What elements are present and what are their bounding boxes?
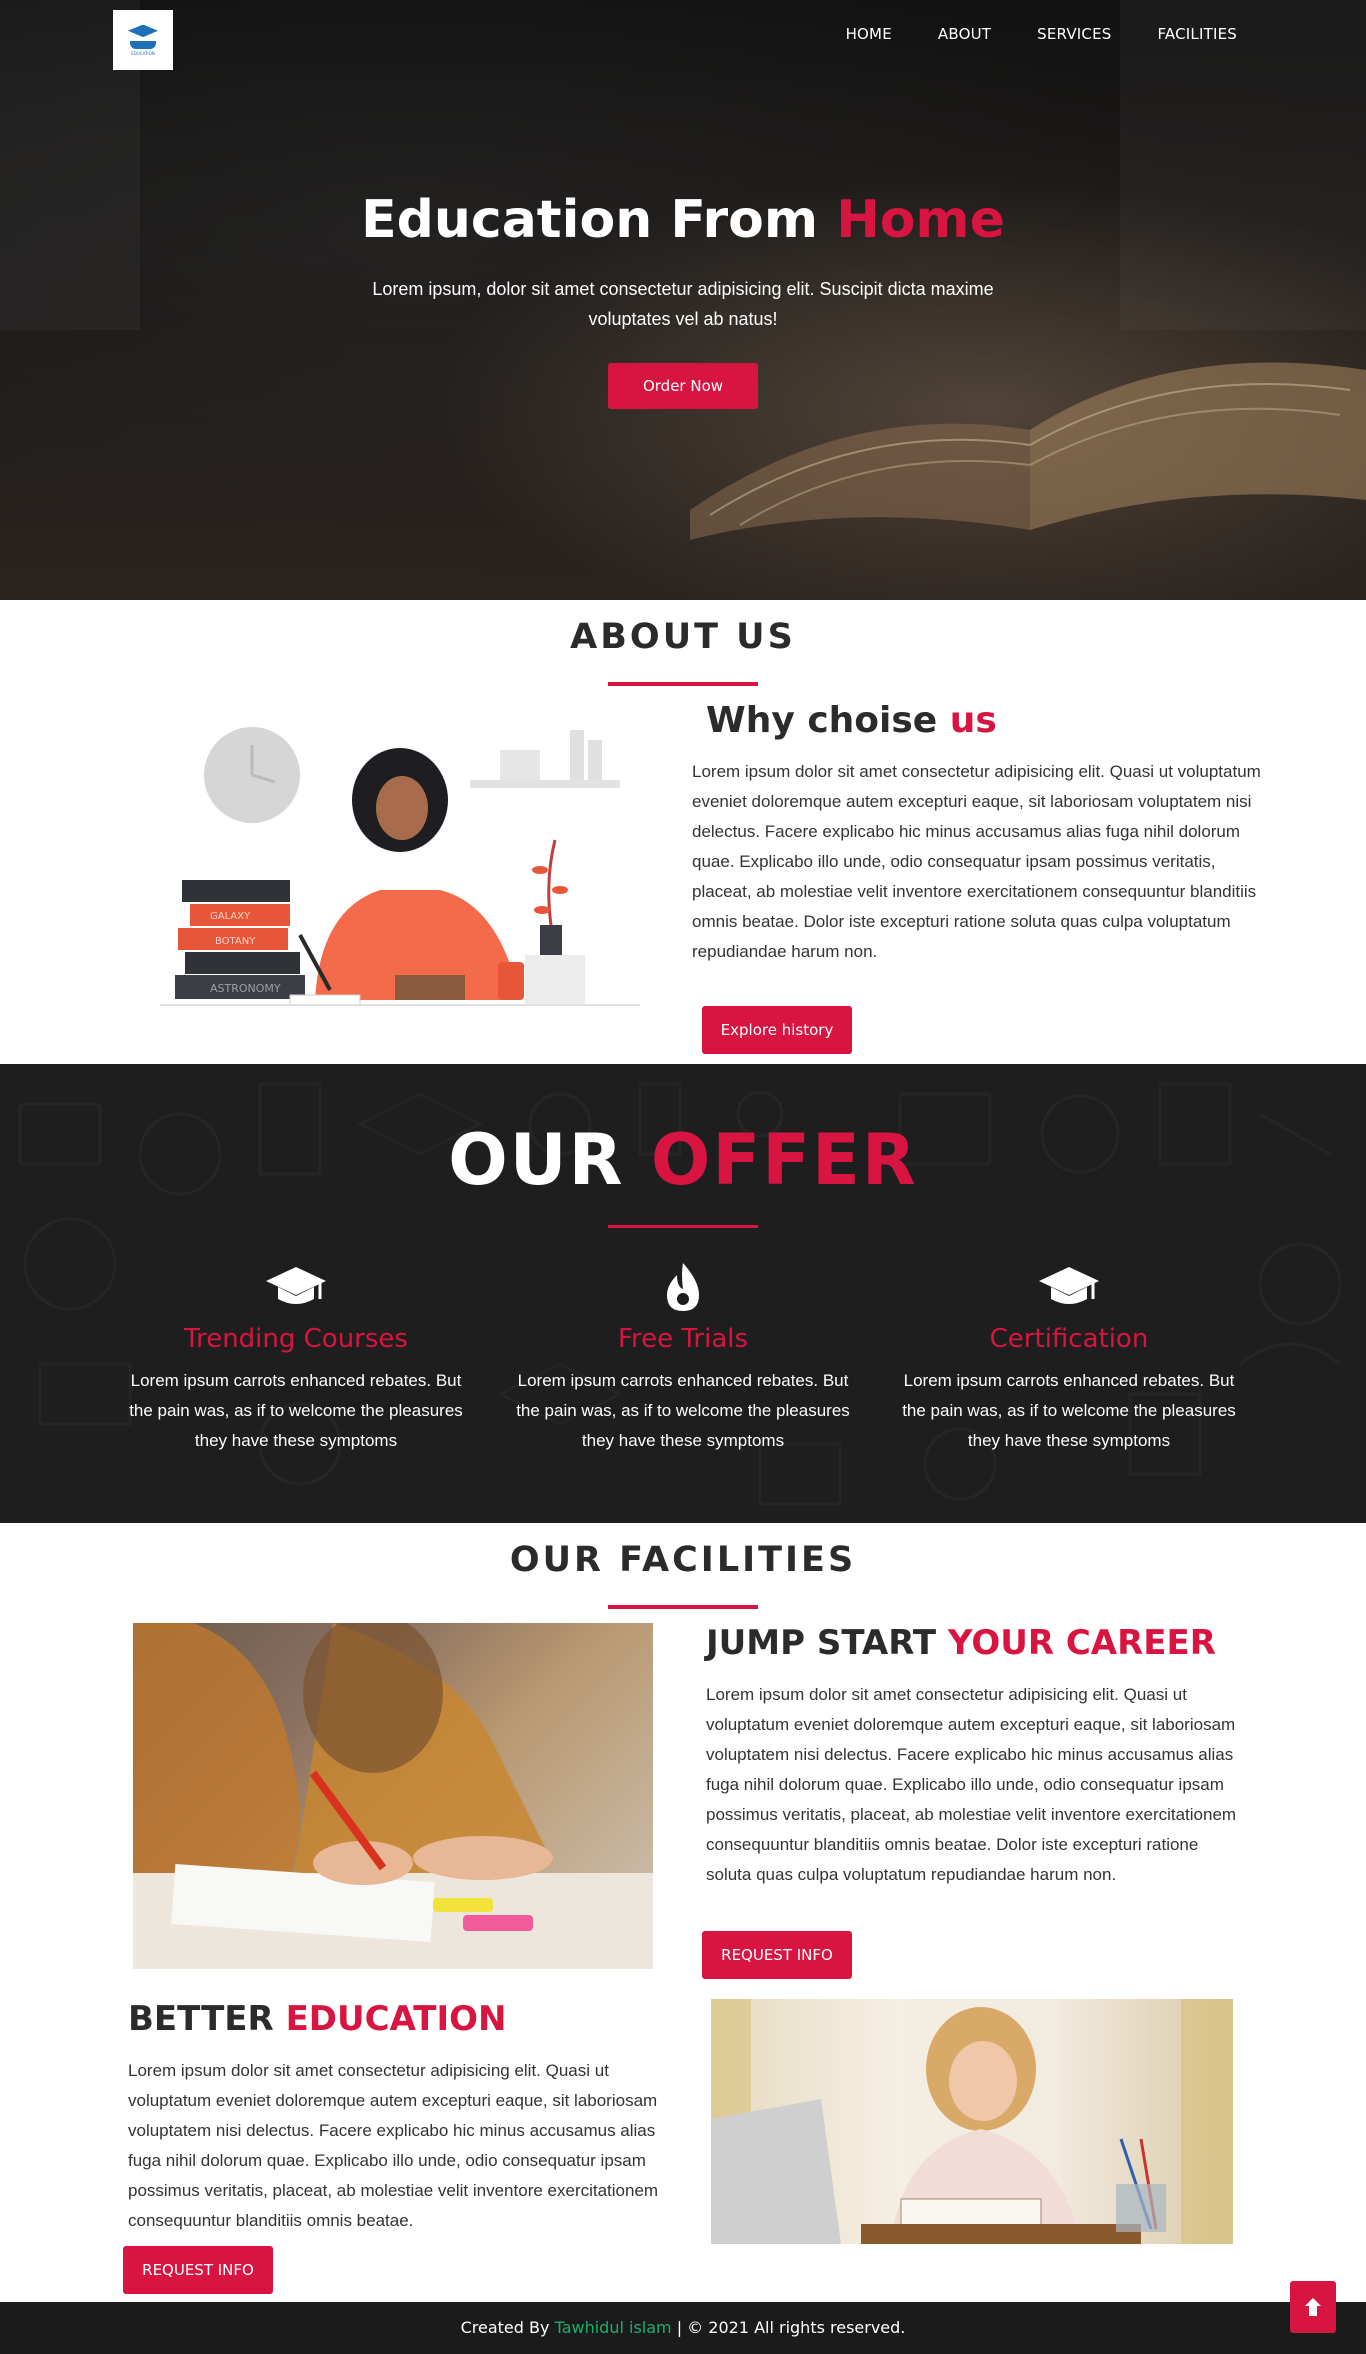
site-logo[interactable]: EDUCATION — [113, 10, 173, 70]
education-paragraph: Lorem ipsum dolor sit amet consectetur a… — [128, 2061, 659, 2230]
svg-text:BOTANY: BOTANY — [215, 936, 256, 947]
about-subtitle-main: Why choise — [706, 700, 938, 741]
offer-section: OUR OFFER Trending Courses Lorem ipsum c… — [0, 1064, 1366, 1523]
order-now-button[interactable]: Order Now — [608, 363, 758, 409]
explore-history-button[interactable]: Explore history — [702, 1006, 852, 1054]
logo-text: EDUCATION — [131, 50, 155, 56]
career-paragraph: Lorem ipsum dolor sit amet consectetur a… — [706, 1685, 1237, 1884]
title-underline — [608, 1605, 758, 1609]
graduation-cap-icon — [126, 1260, 466, 1314]
request-info-button[interactable]: REQUEST INFO — [702, 1931, 852, 1979]
footer-prefix: Created By — [460, 2318, 550, 2337]
offer-card-text: Lorem ipsum carrots enhanced rebates. Bu… — [129, 1371, 463, 1450]
offer-card-text: Lorem ipsum carrots enhanced rebates. Bu… — [902, 1371, 1236, 1450]
offer-title-accent: OFFER — [650, 1119, 918, 1201]
arrow-up-icon — [1305, 2298, 1321, 2316]
logo-cap-icon — [128, 24, 158, 38]
nav-link-about[interactable]: ABOUT — [938, 25, 991, 43]
hero-title-accent: Home — [836, 190, 1005, 250]
offer-card-title: Certification — [989, 1324, 1149, 1354]
offer-card-text: Lorem ipsum carrots enhanced rebates. Bu… — [516, 1371, 850, 1450]
nav-links: HOME ABOUT SERVICES FACILITIES — [846, 25, 1237, 43]
offer-card-title: Trending Courses — [184, 1324, 408, 1354]
hero-section: EDUCATION HOME ABOUT SERVICES FACILITIES… — [0, 0, 1366, 600]
education-heading-main: BETTER — [128, 1999, 274, 2039]
about-subtitle: Why choise us — [706, 700, 997, 741]
hero-title-main: Education From — [361, 190, 819, 250]
education-heading: BETTER EDUCATION — [128, 1999, 506, 2039]
about-paragraph: Lorem ipsum dolor sit amet consectetur a… — [692, 762, 1261, 961]
career-heading: JUMP START YOUR CAREER — [706, 1623, 1216, 1663]
author-link[interactable]: Tawhidul islam — [555, 2318, 672, 2337]
title-underline — [608, 1225, 758, 1228]
facilities-section: OUR FACILITIES JUMP START YOUR CAREER Lo… — [0, 1523, 1366, 2302]
graduation-cap-icon — [899, 1260, 1239, 1314]
about-section: ABOUT US ASTRONOMY BOTANY GALAXY Why cho… — [0, 600, 1366, 1064]
title-underline — [608, 682, 758, 686]
student-illustration: ASTRONOMY BOTANY GALAXY — [160, 727, 640, 1006]
career-heading-main: JUMP START — [706, 1623, 937, 1663]
nav-link-facilities[interactable]: FACILITIES — [1157, 25, 1237, 43]
logo-book-icon — [130, 40, 156, 49]
offer-title-main: OUR — [448, 1119, 625, 1201]
flame-icon — [513, 1260, 853, 1314]
request-info-button[interactable]: REQUEST INFO — [123, 2246, 273, 2294]
education-heading-accent: EDUCATION — [285, 1999, 507, 2039]
about-title: ABOUT US — [570, 617, 796, 657]
student-writing-photo — [133, 1623, 653, 1969]
offer-card-free-trials: Free Trials Lorem ipsum carrots enhanced… — [513, 1260, 853, 1456]
facilities-title: OUR FACILITIES — [509, 1540, 857, 1580]
offer-card-certification: Certification Lorem ipsum carrots enhanc… — [899, 1260, 1239, 1456]
offer-card-title: Free Trials — [617, 1324, 749, 1354]
scroll-to-top-button[interactable] — [1290, 2281, 1336, 2333]
nav-link-services[interactable]: SERVICES — [1037, 25, 1111, 43]
offer-title: OUR OFFER — [0, 1119, 1366, 1201]
about-subtitle-accent: us — [949, 700, 997, 741]
career-heading-accent: YOUR CAREER — [947, 1623, 1216, 1663]
svg-text:GALAXY: GALAXY — [210, 911, 251, 922]
girl-studying-photo — [711, 1999, 1233, 2244]
navbar: EDUCATION HOME ABOUT SERVICES FACILITIES — [0, 0, 1366, 72]
hero-title: Education From Home — [0, 190, 1366, 250]
footer-copyright: | © 2021 All rights reserved. — [676, 2318, 906, 2337]
offer-card-trending-courses: Trending Courses Lorem ipsum carrots enh… — [126, 1260, 466, 1456]
svg-text:ASTRONOMY: ASTRONOMY — [210, 982, 281, 995]
hero-subtitle: Lorem ipsum, dolor sit amet consectetur … — [372, 279, 994, 329]
footer: Created By Tawhidul islam | © 2021 All r… — [0, 2281, 1366, 2354]
nav-link-home[interactable]: HOME — [846, 25, 892, 43]
